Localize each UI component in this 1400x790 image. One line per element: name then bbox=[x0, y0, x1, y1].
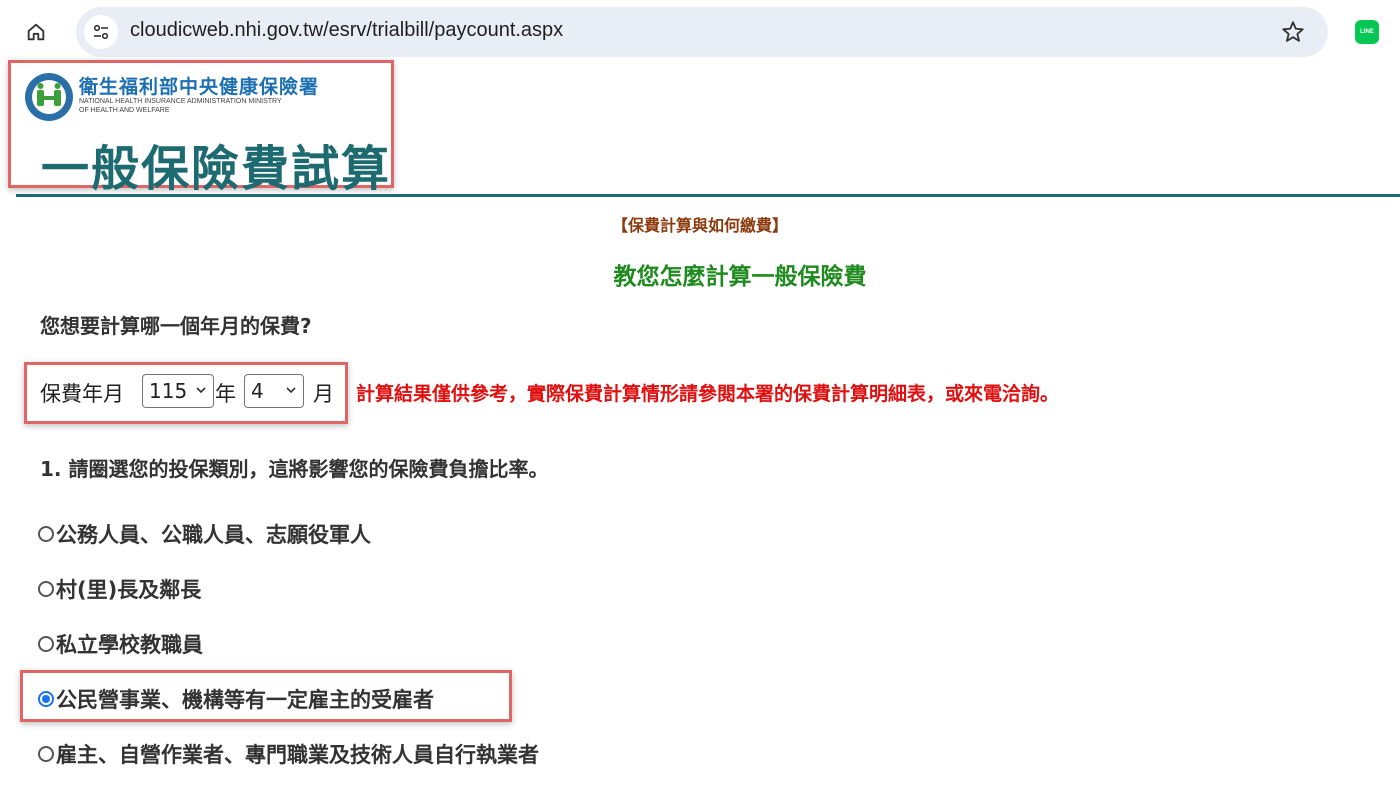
option-label: 公務人員、公職人員、志願役軍人 bbox=[56, 523, 371, 547]
year-unit: 年 bbox=[215, 382, 236, 406]
header-divider bbox=[16, 194, 1400, 197]
browser-toolbar: cloudicweb.nhi.gov.tw/esrv/trialbill/pay… bbox=[0, 0, 1400, 64]
line-icon[interactable]: LINE bbox=[1355, 20, 1379, 44]
option-label: 公民營事業、機構等有一定雇主的受雇者 bbox=[56, 688, 434, 712]
option-label: 雇主、自營作業者、專門職業及技術人員自行執業者 bbox=[56, 743, 539, 767]
option-employee[interactable]: 公民營事業、機構等有一定雇主的受雇者 bbox=[38, 684, 434, 714]
disclaimer-text: 計算結果僅供參考，實際保費計算情形請參閱本署的保費計算明細表，或來電洽詢。 bbox=[356, 383, 1060, 405]
radio-button-selected[interactable] bbox=[38, 691, 54, 707]
extension-label: LINE bbox=[1360, 29, 1374, 35]
org-name-en-line1: NATIONAL HEALTH INSURANCE ADMINISTRATION… bbox=[79, 98, 282, 105]
star-icon[interactable] bbox=[1280, 19, 1306, 45]
option-label: 私立學校教職員 bbox=[56, 633, 203, 657]
home-icon[interactable] bbox=[22, 18, 50, 46]
nhi-logo-icon bbox=[23, 71, 75, 123]
month-select[interactable]: 4 bbox=[244, 374, 304, 408]
step1-instruction: 1. 請圈選您的投保類別，這將影響您的保險費負擔比率。 bbox=[40, 457, 549, 481]
option-civil-servant[interactable]: 公務人員、公職人員、志願役軍人 bbox=[38, 519, 371, 549]
month-unit: 月 bbox=[313, 382, 334, 406]
calc-info-link[interactable]: 【保費計算與如何繳費】 bbox=[0, 212, 1400, 236]
year-select-value: 115 bbox=[149, 379, 188, 403]
header-highlight: 衛生福利部中央健康保險署 NATIONAL HEALTH INSURANCE A… bbox=[8, 60, 394, 197]
period-question: 您想要計算哪一個年月的保費? bbox=[40, 314, 312, 338]
address-bar[interactable]: cloudicweb.nhi.gov.tw/esrv/trialbill/pay… bbox=[76, 7, 1328, 57]
year-select[interactable]: 115 bbox=[142, 374, 214, 408]
radio-button[interactable] bbox=[38, 636, 54, 652]
section-subtitle: 教您怎麼計算一般保險費 bbox=[613, 264, 867, 290]
month-select-value: 4 bbox=[251, 379, 264, 403]
chevron-down-icon bbox=[196, 387, 206, 394]
url-text[interactable]: cloudicweb.nhi.gov.tw/esrv/trialbill/pay… bbox=[130, 19, 563, 42]
org-name-en-line2: OF HEALTH AND WELFARE bbox=[79, 107, 170, 114]
page-title: 一般保險費試算 bbox=[41, 141, 392, 197]
radio-button[interactable] bbox=[38, 581, 54, 597]
radio-button[interactable] bbox=[38, 746, 54, 762]
radio-button[interactable] bbox=[38, 526, 54, 542]
page-content: 衛生福利部中央健康保險署 NATIONAL HEALTH INSURANCE A… bbox=[0, 60, 1400, 790]
site-settings-icon[interactable] bbox=[84, 15, 118, 49]
option-employer-self-employed[interactable]: 雇主、自營作業者、專門職業及技術人員自行執業者 bbox=[38, 739, 539, 769]
chevron-down-icon bbox=[286, 387, 296, 394]
org-name-cn: 衛生福利部中央健康保險署 bbox=[79, 76, 320, 98]
option-label: 村(里)長及鄰長 bbox=[56, 578, 202, 602]
option-private-school[interactable]: 私立學校教職員 bbox=[38, 629, 203, 659]
option-village-chief[interactable]: 村(里)長及鄰長 bbox=[38, 574, 201, 604]
period-label: 保費年月 bbox=[40, 382, 124, 406]
